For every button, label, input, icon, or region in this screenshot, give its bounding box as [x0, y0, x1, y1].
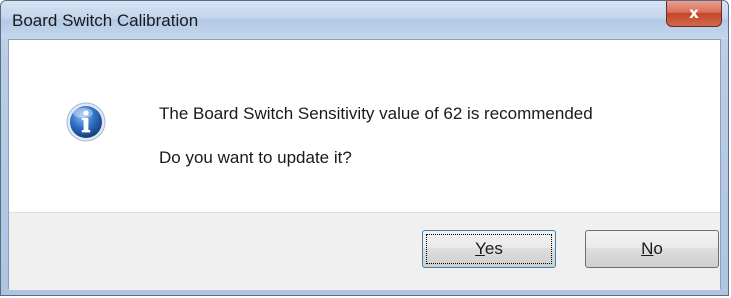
yes-label-rest: es [484, 239, 503, 258]
yes-button[interactable]: Yes [422, 230, 556, 268]
close-icon: x [689, 4, 699, 22]
no-button[interactable]: No [585, 230, 719, 268]
yes-mnemonic: Y [475, 239, 485, 258]
button-bar: Yes No [9, 212, 720, 290]
message-area: The Board Switch Sensitivity value of 62… [9, 40, 720, 212]
dialog-client-area: The Board Switch Sensitivity value of 62… [8, 39, 721, 290]
window-title: Board Switch Calibration [12, 11, 199, 30]
message-line-1: The Board Switch Sensitivity value of 62… [159, 104, 593, 123]
message-line-2: Do you want to update it? [159, 148, 352, 167]
close-button[interactable]: x [666, 1, 722, 27]
title-bar[interactable]: Board Switch Calibration x [1, 1, 728, 39]
no-button-label: No [641, 239, 663, 258]
information-icon [66, 102, 106, 142]
no-label-rest: o [653, 239, 663, 258]
no-mnemonic: N [641, 239, 654, 258]
dialog-window: Board Switch Calibration x The Board Swi… [0, 0, 729, 296]
yes-button-label: Yes [475, 239, 503, 258]
